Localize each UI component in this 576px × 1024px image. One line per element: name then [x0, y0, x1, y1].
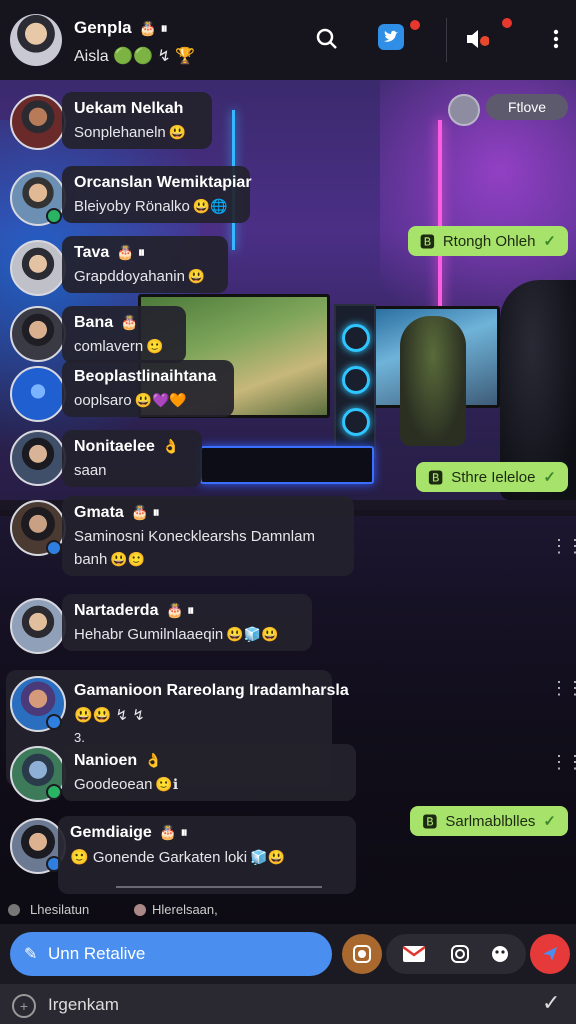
read-check-icon: ✓: [543, 813, 556, 830]
avatar[interactable]: [10, 598, 66, 654]
search-icon[interactable]: [310, 22, 344, 56]
chat-subtitle: Aisla 🟢🟢 ↯ 🏆: [74, 48, 196, 65]
send-icon[interactable]: [530, 934, 570, 974]
message-bubble[interactable]: Beoplastlinaihtana ooplsaro 😃💜🧡: [62, 360, 234, 417]
avatar[interactable]: [10, 306, 66, 362]
verified-icon: [46, 714, 62, 730]
pen-icon: ✎: [24, 946, 38, 963]
message-bubble[interactable]: Gmata 🎂 ⏸ Saminosni Konecklearshs Damnla…: [62, 496, 354, 576]
add-icon[interactable]: +: [12, 994, 36, 1018]
message-bubble[interactable]: Nartaderda 🎂 ⏸ Hehabr Gumilnlaaeqin 😃🧊😃: [62, 594, 312, 651]
avatar[interactable]: [10, 14, 62, 66]
status-badge[interactable]: Ftlove: [486, 94, 568, 120]
verified-icon: [46, 540, 62, 556]
notification-dot: [410, 20, 420, 30]
footer-label[interactable]: Irgenkam: [48, 995, 119, 1015]
twitter-icon[interactable]: [378, 24, 404, 50]
chevron-down-icon[interactable]: ✓: [542, 990, 560, 1016]
avatar[interactable]: [10, 240, 66, 296]
camera-icon[interactable]: [342, 934, 382, 974]
typing-status: Lhesilatun Hlerelsaan,: [0, 898, 576, 922]
more-horizontal-icon[interactable]: ⋮⋮: [550, 752, 576, 773]
avatar[interactable]: [10, 366, 66, 422]
message-bubble[interactable]: Bana 🎂 comlavern 🙂: [62, 306, 186, 363]
speaker-icon[interactable]: [460, 22, 494, 56]
composer-bar: ✎ Unn Retalive: [0, 924, 576, 984]
outgoing-message[interactable]: 🅱 Rtongh Ohleh ✓: [407, 226, 568, 256]
more-horizontal-icon[interactable]: ⋮⋮: [550, 678, 576, 699]
verified-icon: [46, 784, 62, 800]
message-input[interactable]: ✎ Unn Retalive: [10, 932, 332, 976]
outgoing-message[interactable]: 🅱 Sthre Ieleloe ✓: [416, 462, 568, 492]
message-bubble[interactable]: Gemdiaige 🎂 ⏸ 🙂 Gonende Garkaten loki 🧊😃: [58, 816, 356, 894]
footer-bar: + Irgenkam ✓: [0, 984, 576, 1024]
more-horizontal-icon[interactable]: ⋮⋮: [550, 536, 576, 557]
message-bubble[interactable]: Uekam Nelkah Sonplehaneln 😃: [62, 92, 212, 149]
read-check-icon: ✓: [543, 469, 556, 486]
message-bubble[interactable]: Nanioen 👌 Goodeoean 🙂ℹ: [62, 744, 356, 801]
more-vertical-icon[interactable]: [546, 22, 566, 56]
message-bubble[interactable]: Orcanslan Wemiktapiar Bleiyoby Rönalko 😃🌐: [62, 166, 252, 223]
avatar[interactable]: [10, 430, 66, 486]
chat-title[interactable]: Genpla 🎂 ⏸: [74, 18, 168, 38]
verified-icon: [46, 208, 62, 224]
mail-icon[interactable]: [394, 934, 434, 974]
message-bubble[interactable]: Nonitaelee 👌 saan: [62, 430, 202, 487]
message-bubble[interactable]: Tava 🎂 ⏸ Grapddoyahanin 😃: [62, 236, 228, 293]
sticker-icon[interactable]: [480, 934, 520, 974]
outgoing-message[interactable]: 🅱 Sarlmablblles ✓: [410, 806, 568, 836]
instagram-icon[interactable]: [440, 934, 480, 974]
progress-bar: [116, 886, 322, 888]
message-sender: Uekam Nelkah: [74, 100, 184, 117]
read-check-icon: ✓: [543, 233, 556, 250]
chat-header: Genpla 🎂 ⏸ Aisla 🟢🟢 ↯ 🏆: [0, 0, 576, 80]
avatar[interactable]: [10, 94, 66, 150]
avatar[interactable]: [448, 94, 480, 126]
